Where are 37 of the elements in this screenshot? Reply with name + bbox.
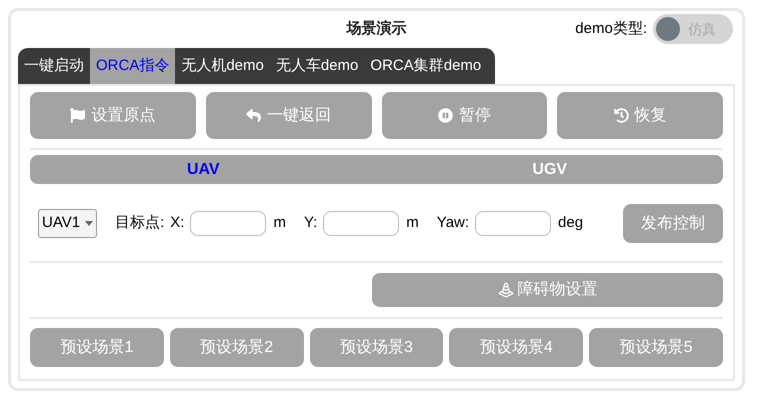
flag-icon xyxy=(70,108,86,123)
unit-label: m xyxy=(406,213,419,234)
tab[interactable]: ORCA集群demo xyxy=(364,48,488,84)
input-field[interactable] xyxy=(190,211,266,236)
preset-scene-button[interactable]: 预设场景1 xyxy=(30,328,164,367)
vehicle-tab[interactable]: UGV xyxy=(376,155,723,184)
action-button[interactable]: 一键返回 xyxy=(206,92,372,139)
scene-title: 场景演示 xyxy=(346,19,406,40)
obstacle-settings-button[interactable]: 障碍物设置 xyxy=(372,273,723,307)
action-button[interactable]: 恢复 xyxy=(557,92,723,139)
reply-arrow-icon xyxy=(246,108,262,123)
caret-icon xyxy=(85,221,94,226)
field-label: Y: xyxy=(304,213,318,234)
field-label: X: xyxy=(170,213,184,234)
publish-button[interactable]: 发布控制 xyxy=(623,204,723,243)
preset-scene-button[interactable]: 预设场景4 xyxy=(449,328,584,367)
action-button[interactable]: 设置原点 xyxy=(30,92,196,139)
tab[interactable]: 无人机demo xyxy=(175,48,270,84)
preset-scene-button[interactable]: 预设场景5 xyxy=(589,328,723,367)
action-button[interactable]: 暂停 xyxy=(382,92,548,139)
field-label: Yaw: xyxy=(436,213,470,234)
unit-label: m xyxy=(273,213,286,234)
input-field[interactable] xyxy=(323,211,400,236)
target-label: 目标点: xyxy=(115,213,164,234)
tab[interactable]: 无人车demo xyxy=(270,48,364,84)
tab[interactable]: 一键启动 xyxy=(18,48,90,84)
traffic-cone-icon xyxy=(498,282,514,298)
tab[interactable]: ORCA指令 xyxy=(90,48,176,84)
vehicle-select[interactable]: UAV1 xyxy=(38,209,98,238)
input-field[interactable] xyxy=(475,211,552,236)
history-icon xyxy=(614,108,629,123)
pause-icon xyxy=(438,108,453,123)
preset-scene-button[interactable]: 预设场景3 xyxy=(310,328,444,367)
unit-label: deg xyxy=(558,213,584,234)
vehicle-tab[interactable]: UAV xyxy=(30,155,376,184)
preset-scene-button[interactable]: 预设场景2 xyxy=(170,328,304,367)
demo-type-label: demo类型: xyxy=(575,18,647,39)
